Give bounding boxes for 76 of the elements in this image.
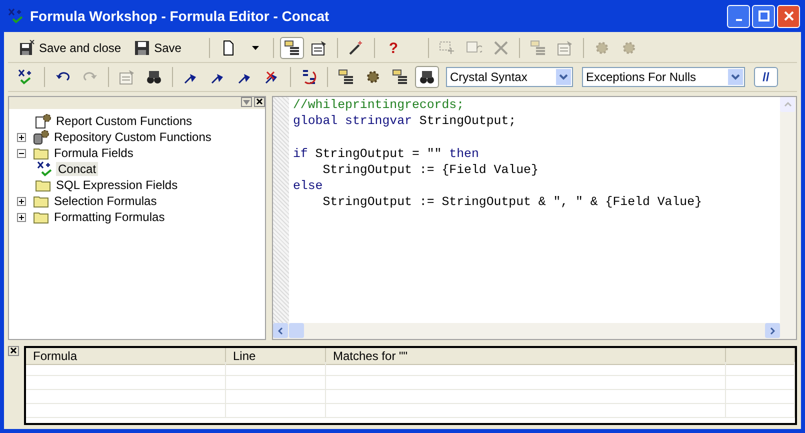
maximize-button[interactable]	[752, 4, 775, 28]
close-button[interactable]	[8, 346, 19, 356]
expander[interactable]	[17, 196, 26, 206]
properties-icon	[119, 69, 135, 85]
expander[interactable]	[17, 212, 26, 222]
code-line: global stringvar StringOutput;	[293, 113, 518, 130]
minimize-icon	[736, 19, 742, 21]
code-line: if StringOutput = "" then	[293, 146, 480, 162]
plus-icon	[18, 198, 25, 204]
binoculars-icon	[419, 69, 435, 85]
vertical-scrollbar[interactable]	[780, 97, 796, 339]
minimize-button[interactable]	[727, 4, 750, 28]
window-title: Formula Workshop - Formula Editor - Concat	[30, 8, 330, 24]
chevron-icon	[731, 74, 740, 80]
delete-icon	[493, 40, 510, 56]
table-cell	[726, 362, 795, 376]
pin-icon	[264, 69, 280, 85]
syntax-dropdown[interactable]: Crystal Syntax	[446, 67, 573, 87]
list-icon	[530, 40, 546, 56]
gear-icon	[594, 40, 610, 56]
close-icon	[10, 347, 17, 354]
properties-icon	[557, 40, 574, 56]
list-icon	[392, 69, 408, 85]
chevron-icon	[559, 74, 568, 80]
tree-item[interactable]: Concat	[56, 162, 98, 176]
column-header[interactable]: Formula	[26, 348, 226, 365]
tree-item[interactable]: SQL Expression Fields	[54, 178, 180, 192]
tree-item[interactable]: Selection Formulas	[52, 194, 159, 208]
tree-item[interactable]: Repository Custom Functions	[52, 130, 214, 144]
expander[interactable]	[17, 132, 26, 142]
tree-item[interactable]: Formula Fields	[52, 146, 136, 160]
code-line: StringOutput := StringOutput & ", " & {Field Value}	[322, 194, 703, 210]
code-line: //whileprintingrecords;	[293, 97, 466, 114]
sort-icon	[301, 69, 317, 85]
gear-document-icon	[35, 113, 51, 129]
comment-button[interactable]: //	[754, 67, 778, 87]
code-line: StringOutput := {Field Value}	[322, 162, 540, 178]
table-cell	[726, 376, 795, 390]
floppy-icon	[134, 40, 150, 56]
null-handling-dropdown[interactable]: Exceptions For Nulls	[582, 67, 745, 87]
column-header[interactable]: Line	[226, 348, 326, 365]
tree-item[interactable]: Report Custom Functions	[54, 114, 194, 128]
code-line: else	[293, 178, 324, 194]
expander[interactable]	[17, 148, 26, 158]
gear-icon	[365, 69, 381, 85]
table-cell	[726, 404, 795, 418]
caret-icon	[243, 100, 250, 105]
formula-check-icon	[18, 69, 34, 85]
properties-icon	[311, 40, 328, 56]
list-icon	[284, 40, 300, 56]
formula-icon	[37, 161, 53, 177]
binoculars-icon	[146, 69, 162, 85]
floppy-close-icon	[19, 40, 35, 56]
new-item-icon	[439, 40, 456, 56]
scroll-thumb[interactable]	[289, 323, 304, 338]
horizontal-scrollbar[interactable]	[273, 323, 780, 339]
gear-icon	[621, 40, 638, 56]
close-button[interactable]	[254, 97, 265, 107]
maximize-icon	[758, 10, 770, 22]
table-cell	[726, 390, 795, 404]
plus-icon	[18, 214, 25, 220]
list-button[interactable]	[280, 37, 304, 59]
save-and-close-button[interactable]: Save and close	[14, 37, 126, 59]
binoculars-button[interactable]	[415, 66, 439, 88]
wand-icon	[348, 40, 364, 56]
column-header[interactable]: Matches for ""	[326, 348, 726, 365]
plus-icon	[18, 134, 25, 140]
app-icon	[8, 8, 24, 24]
caret-icon	[252, 46, 259, 50]
save-button[interactable]: Save	[129, 37, 186, 59]
gear-database-icon	[33, 129, 49, 145]
close-icon	[782, 10, 794, 22]
list-icon	[338, 69, 354, 85]
help-button[interactable]: ?	[381, 37, 406, 59]
close-icon	[256, 98, 263, 105]
tree-item[interactable]: Formatting Formulas	[52, 210, 167, 224]
